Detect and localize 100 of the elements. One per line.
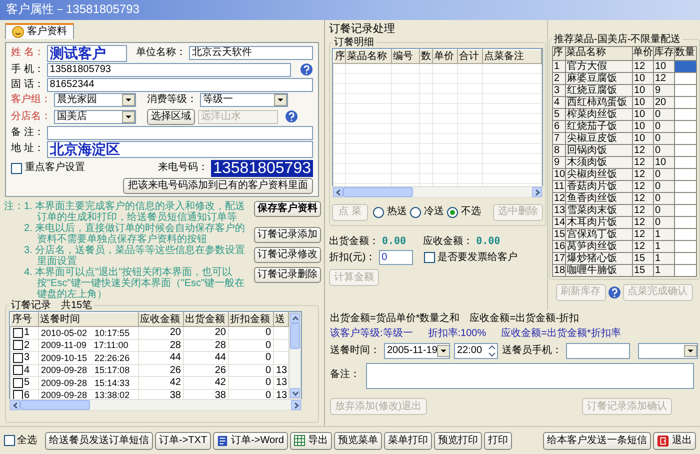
- checkbox[interactable]: [4, 435, 15, 446]
- scroll-button[interactable]: [333, 187, 343, 198]
- column-header[interactable]: 数量: [674, 46, 696, 60]
- column-header[interactable]: 单价: [632, 46, 654, 60]
- table-cell: 3: [552, 84, 566, 96]
- table-cell: 9: [552, 156, 566, 168]
- remark-field[interactable]: [46, 126, 313, 140]
- mobile-field[interactable]: 13581805793: [46, 62, 291, 76]
- horizontal-scrollbar[interactable]: [332, 186, 543, 198]
- field-label: 折扣(元)：: [329, 252, 376, 264]
- name-field[interactable]: 测试客户: [46, 44, 127, 62]
- table-cell: 2009-10-15 22:26:26: [38, 352, 138, 364]
- spinner-arrows-icon[interactable]: [487, 344, 497, 358]
- group-title: 订餐明细: [334, 36, 374, 48]
- toolbar-button[interactable]: 导出: [290, 432, 332, 450]
- table-cell: 0: [228, 352, 274, 364]
- table-cell: 7: [552, 132, 566, 144]
- toolbar-button[interactable]: 菜单打印: [384, 432, 432, 450]
- vertical-scrollbar[interactable]: [289, 312, 301, 399]
- column-header[interactable]: 序: [552, 46, 566, 60]
- time-spinner[interactable]: 22:00: [454, 343, 498, 359]
- table-cell: 鱼香肉丝饭: [566, 192, 632, 204]
- table-cell: 26: [138, 364, 184, 376]
- column-header[interactable]: 库存: [654, 46, 674, 60]
- toolbar-button[interactable]: 预览打印: [434, 432, 482, 450]
- company-field[interactable]: 北京云天软件: [188, 46, 313, 60]
- checkbox[interactable]: [13, 390, 23, 399]
- checkbox[interactable]: [13, 365, 23, 376]
- note-text: 4. 本界面可以点"退出"按钮关闭本界面，也可以按"Esc"键一键快速关闭本界面（"Esc"键一般在键盘的左上角）: [24, 266, 246, 300]
- scroll-button[interactable]: [290, 313, 300, 323]
- action-button[interactable]: 订餐记录修改: [254, 246, 321, 262]
- toolbar-button[interactable]: 打印: [484, 432, 512, 450]
- add-button[interactable]: 把该来电号码添加到已有的客户资料里面: [123, 178, 313, 194]
- column-header[interactable]: 数: [420, 50, 432, 64]
- address-field[interactable]: 北京海淀区: [46, 140, 313, 158]
- horizontal-scrollbar[interactable]: [9, 399, 302, 411]
- field-label: 单位名称：: [136, 47, 186, 59]
- toolbar-button[interactable]: 订单->TXT: [155, 432, 212, 450]
- column-header[interactable]: 编号: [392, 50, 420, 64]
- checkbox[interactable]: [11, 162, 22, 174]
- column-header[interactable]: 合计: [458, 50, 482, 64]
- help-icon[interactable]: [285, 110, 298, 123]
- checkbox[interactable]: [13, 378, 23, 388]
- column-header[interactable]: 序: [334, 50, 346, 64]
- action-button[interactable]: 订餐记录删除: [254, 266, 321, 282]
- phone-field[interactable]: 81652344: [46, 78, 313, 92]
- field-label: 固 话：: [11, 78, 44, 90]
- toolbar-button[interactable]: 给送餐员发送订单短信: [45, 432, 153, 450]
- action-button[interactable]: 订餐记录添加: [254, 226, 321, 242]
- action-button[interactable]: 保存客户资料: [254, 200, 321, 216]
- field-label: 送餐员手机：: [502, 345, 562, 357]
- column-header[interactable]: 序号: [10, 312, 38, 326]
- table-cell: 8: [552, 144, 566, 156]
- phone-field[interactable]: [566, 343, 630, 359]
- checkbox[interactable]: [13, 340, 23, 350]
- field-label: 送餐时间：: [330, 345, 380, 357]
- region-button[interactable]: 选择区域: [147, 108, 195, 124]
- note-text: 2. 来电以后，直接做订单的时候会自动保存客户的资料不需要单独点保存客户资料的按钮: [24, 222, 246, 244]
- checkbox[interactable]: [424, 252, 435, 264]
- scroll-button[interactable]: [291, 400, 301, 410]
- date-picker[interactable]: 2005-11-19: [384, 343, 450, 359]
- help-icon[interactable]: [300, 63, 313, 76]
- group-dropdown[interactable]: 晨光家园: [54, 93, 136, 107]
- column-header[interactable]: 出货金额: [184, 312, 228, 326]
- table-cell: 木耳肉片饭: [566, 216, 632, 228]
- group-title: 推荐菜品-国美店-不限量配送: [554, 34, 681, 46]
- column-header[interactable]: 送: [274, 312, 288, 326]
- radio-button[interactable]: [373, 206, 384, 218]
- column-header[interactable]: 应收金额: [138, 312, 184, 326]
- column-header[interactable]: 菜品名称: [566, 46, 632, 60]
- column-header[interactable]: 菜品名称: [346, 50, 392, 64]
- field-label: 应收金额：: [423, 236, 474, 248]
- tab[interactable]: 客户资料: [5, 23, 74, 39]
- scroll-button[interactable]: [290, 388, 300, 398]
- toolbar-button[interactable]: 订单->Word: [213, 432, 288, 450]
- scroll-button[interactable]: [532, 187, 542, 198]
- discount-field[interactable]: 0: [378, 250, 413, 266]
- table-cell: 0: [228, 326, 274, 339]
- field-label: 地 址：: [11, 143, 44, 155]
- note-label: 注：: [4, 200, 24, 214]
- radio-button[interactable]: [410, 206, 421, 218]
- scroll-button[interactable]: [10, 400, 20, 410]
- checkbox[interactable]: [13, 328, 23, 338]
- column-header[interactable]: 点菜备注: [482, 50, 542, 64]
- smiley-icon: [12, 26, 24, 38]
- remark-field[interactable]: [366, 363, 694, 389]
- column-header[interactable]: 单价: [432, 50, 458, 64]
- toolbar-button[interactable]: 预览菜单: [334, 432, 382, 450]
- radio-button[interactable]: [447, 206, 458, 218]
- help-icon[interactable]: [608, 286, 620, 298]
- table-cell: 15: [552, 228, 566, 240]
- column-header[interactable]: 折扣金额: [228, 312, 274, 326]
- toolbar-button[interactable]: 给本客户发送一条短信: [543, 432, 651, 450]
- level-dropdown[interactable]: 等级一: [200, 93, 288, 107]
- column-header[interactable]: 送餐时间: [38, 312, 138, 326]
- branch-dropdown[interactable]: 国美店: [54, 110, 136, 124]
- dropdown[interactable]: [638, 343, 698, 359]
- amount-value: 0.00: [382, 236, 406, 248]
- checkbox[interactable]: [13, 352, 23, 363]
- toolbar-button[interactable]: 退出: [653, 432, 696, 450]
